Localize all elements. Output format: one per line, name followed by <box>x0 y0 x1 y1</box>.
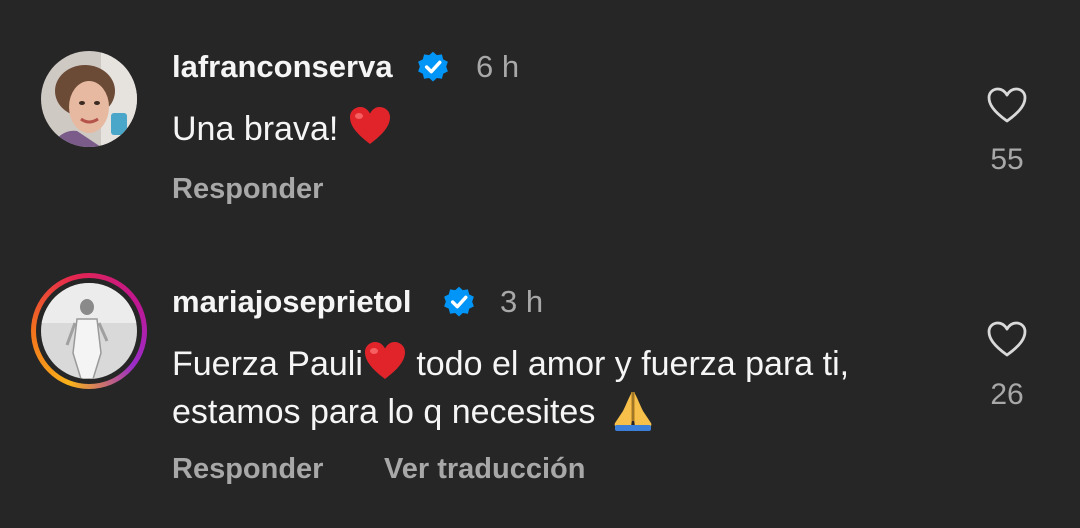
red-heart-emoji <box>364 342 405 379</box>
comment-timestamp: 3 h <box>500 284 544 319</box>
heart-outline-icon[interactable] <box>986 86 1028 124</box>
comment-username[interactable]: lafranconserva <box>172 49 393 85</box>
red-heart-emoji <box>349 107 390 144</box>
like-count: 26 <box>990 378 1024 411</box>
reply-button[interactable]: Responder <box>172 453 323 486</box>
avatar-story-ring[interactable] <box>31 273 147 389</box>
comment-text-content: Una brava! <box>172 110 339 148</box>
comment-item: lafranconserva 6 h Una brava! Responder … <box>0 0 1080 240</box>
comment-text: Fuerza Pauli todo el amor y fuerza para … <box>172 340 932 436</box>
comment-text-part1: Fuerza Pauli <box>172 345 363 383</box>
avatar[interactable] <box>41 51 137 147</box>
comment-username[interactable]: mariajoseprietol <box>172 284 411 320</box>
folded-hands-emoji <box>614 392 652 431</box>
reply-button[interactable]: Responder <box>172 173 323 206</box>
comment-item: mariajoseprietol 3 h Fuerza Pauli todo e… <box>0 240 1080 528</box>
avatar <box>36 278 142 384</box>
heart-outline-icon[interactable] <box>986 320 1028 358</box>
see-translation-button[interactable]: Ver traducción <box>384 453 585 486</box>
comments-screen: lafranconserva 6 h Una brava! Responder … <box>0 0 1080 528</box>
comment-text: Una brava! <box>172 105 932 153</box>
comment-timestamp: 6 h <box>476 49 520 84</box>
verified-badge-icon <box>418 51 448 82</box>
verified-badge-icon <box>444 286 474 317</box>
like-count: 55 <box>990 143 1024 176</box>
